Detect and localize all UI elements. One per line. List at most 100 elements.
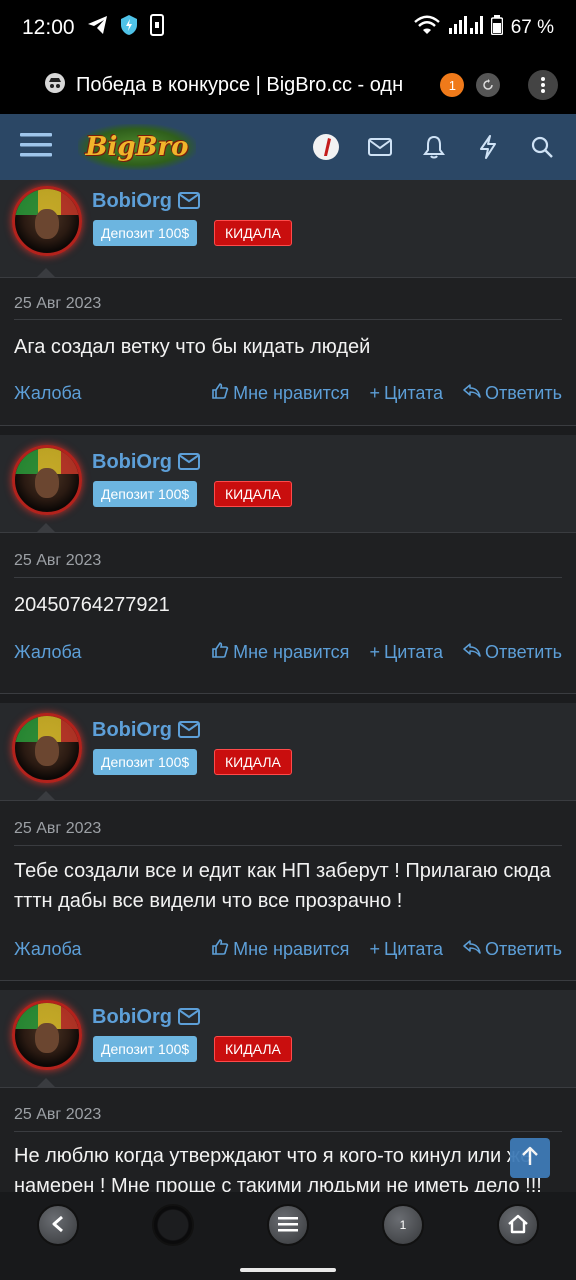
status-time: 12:00 xyxy=(22,16,75,39)
like-label: Мне нравится xyxy=(233,939,350,959)
header-arrow xyxy=(36,791,56,801)
browser-bottom-bar: 1 xyxy=(0,1192,576,1280)
like-button[interactable]: Мне нравится xyxy=(211,938,349,961)
deposit-badge: Депозит 100$ xyxy=(93,481,198,507)
username-link[interactable]: BobiOrg xyxy=(92,719,172,742)
menu-button[interactable] xyxy=(267,1204,309,1246)
post-message: Ага создал ветку что бы кидать людей xyxy=(14,336,371,358)
site-navbar: BigBro xyxy=(0,114,576,180)
plus-icon: + xyxy=(369,939,380,959)
post-date[interactable]: 25 Авг 2023 xyxy=(14,552,101,570)
reply-arrow-icon xyxy=(463,939,481,960)
post-header: BobiOrg Депозит 100$ КИДАЛА xyxy=(0,990,576,1088)
menu-lines-icon xyxy=(278,1216,298,1235)
message-user-icon[interactable] xyxy=(178,192,200,215)
message-user-icon[interactable] xyxy=(178,721,200,744)
gesture-bar[interactable] xyxy=(240,1268,336,1272)
post-message: Тебе создали все и едит как НП заберут !… xyxy=(14,860,551,912)
header-arrow xyxy=(36,523,56,533)
browser-toolbar: Победа в конкурсе | BigBro.cc - одн 1 xyxy=(0,56,576,114)
chevron-left-icon xyxy=(51,1215,65,1236)
like-label: Мне нравится xyxy=(233,642,350,662)
post: BobiOrg Депозит 100$ КИДАЛА 25 Авг 2023 … xyxy=(0,990,576,1192)
reply-label: Ответить xyxy=(485,939,562,959)
quote-button[interactable]: + Цитата xyxy=(369,939,443,960)
tabs-count: 1 xyxy=(399,1218,407,1232)
phone-icon xyxy=(149,14,165,42)
site-logo[interactable]: BigBro xyxy=(78,124,196,170)
thumbs-up-icon xyxy=(211,641,229,664)
shield-icon xyxy=(119,14,139,42)
post-header: BobiOrg Депозит 100$ КИДАЛА xyxy=(0,435,576,533)
page-title[interactable]: Победа в конкурсе | BigBro.cc - одн xyxy=(76,74,420,97)
forward-button[interactable] xyxy=(152,1204,194,1246)
quote-label: Цитата xyxy=(383,939,444,959)
post-message: Не люблю когда утверждают что я кого-то … xyxy=(14,1145,542,1192)
header-arrow xyxy=(36,1078,56,1088)
header-arrow xyxy=(36,268,56,278)
deposit-badge: Депозит 100$ xyxy=(93,749,198,775)
tab-count-badge[interactable]: 1 xyxy=(440,73,465,97)
quote-button[interactable]: + Цитата xyxy=(369,383,443,404)
thread-content: BobiOrg Депозит 100$ КИДАЛА 25 Авг 2023 … xyxy=(0,180,576,1192)
avatar[interactable] xyxy=(12,1000,82,1070)
like-button[interactable]: Мне нравится xyxy=(211,382,349,405)
search-icon[interactable] xyxy=(528,133,556,161)
message-user-icon[interactable] xyxy=(178,453,200,476)
deposit-badge: Депозит 100$ xyxy=(93,220,198,246)
post-date[interactable]: 25 Авг 2023 xyxy=(14,820,101,838)
avatar[interactable] xyxy=(12,713,82,783)
reply-button[interactable]: Ответить xyxy=(463,383,562,404)
plus-icon: + xyxy=(369,642,380,662)
post-actions: Жалоба Мне нравится + Цитата Ответить xyxy=(14,382,562,405)
username-link[interactable]: BobiOrg xyxy=(92,190,172,213)
lightning-icon[interactable] xyxy=(474,133,502,161)
username-link[interactable]: BobiOrg xyxy=(92,451,172,474)
reply-label: Ответить xyxy=(485,383,562,403)
home-button[interactable] xyxy=(497,1204,539,1246)
incognito-icon[interactable] xyxy=(44,72,66,99)
scroll-to-top-button[interactable] xyxy=(510,1138,550,1178)
reply-arrow-icon xyxy=(463,642,481,663)
user-avatar-icon[interactable] xyxy=(312,133,340,161)
report-link[interactable]: Жалоба xyxy=(14,939,81,960)
post-date[interactable]: 25 Авг 2023 xyxy=(14,295,101,313)
signal-icon xyxy=(448,16,483,40)
arrow-up-icon xyxy=(521,1146,539,1171)
status-badge: КИДАЛА xyxy=(214,749,292,775)
divider xyxy=(14,1131,562,1132)
divider xyxy=(14,319,562,320)
quote-button[interactable]: + Цитата xyxy=(369,642,443,663)
reply-button[interactable]: Ответить xyxy=(463,642,562,663)
username-link[interactable]: BobiOrg xyxy=(92,1006,172,1029)
plus-icon: + xyxy=(369,383,380,403)
report-link[interactable]: Жалоба xyxy=(14,383,81,404)
post: BobiOrg Депозит 100$ КИДАЛА 25 Авг 2023 … xyxy=(0,435,576,694)
battery-percent: 67 % xyxy=(510,17,554,38)
more-menu-icon[interactable] xyxy=(528,70,559,100)
post: BobiOrg Депозит 100$ КИДАЛА 25 Авг 2023 … xyxy=(0,180,576,426)
post: BobiOrg Депозит 100$ КИДАЛА 25 Авг 2023 … xyxy=(0,703,576,981)
quote-label: Цитата xyxy=(383,383,444,403)
wifi-icon xyxy=(413,15,441,41)
post-actions: Жалоба Мне нравится + Цитата Ответить xyxy=(14,938,562,961)
reply-arrow-icon xyxy=(463,383,481,404)
back-button[interactable] xyxy=(37,1204,79,1246)
post-date[interactable]: 25 Авг 2023 xyxy=(14,1106,101,1124)
reply-button[interactable]: Ответить xyxy=(463,939,562,960)
like-button[interactable]: Мне нравится xyxy=(211,641,349,664)
hamburger-menu-icon[interactable] xyxy=(20,132,52,163)
status-badge: КИДАЛА xyxy=(214,481,292,507)
tabs-button[interactable]: 1 xyxy=(382,1204,424,1246)
report-link[interactable]: Жалоба xyxy=(14,642,81,663)
avatar[interactable] xyxy=(12,445,82,515)
mail-icon[interactable] xyxy=(366,133,394,161)
status-badge: КИДАЛА xyxy=(214,220,292,246)
thumbs-up-icon xyxy=(211,382,229,405)
message-user-icon[interactable] xyxy=(178,1008,200,1031)
refresh-icon[interactable] xyxy=(476,73,501,97)
status-bar: 12:00 67 % xyxy=(0,0,576,56)
bell-icon[interactable] xyxy=(420,133,448,161)
avatar[interactable] xyxy=(12,186,82,256)
divider xyxy=(14,845,562,846)
